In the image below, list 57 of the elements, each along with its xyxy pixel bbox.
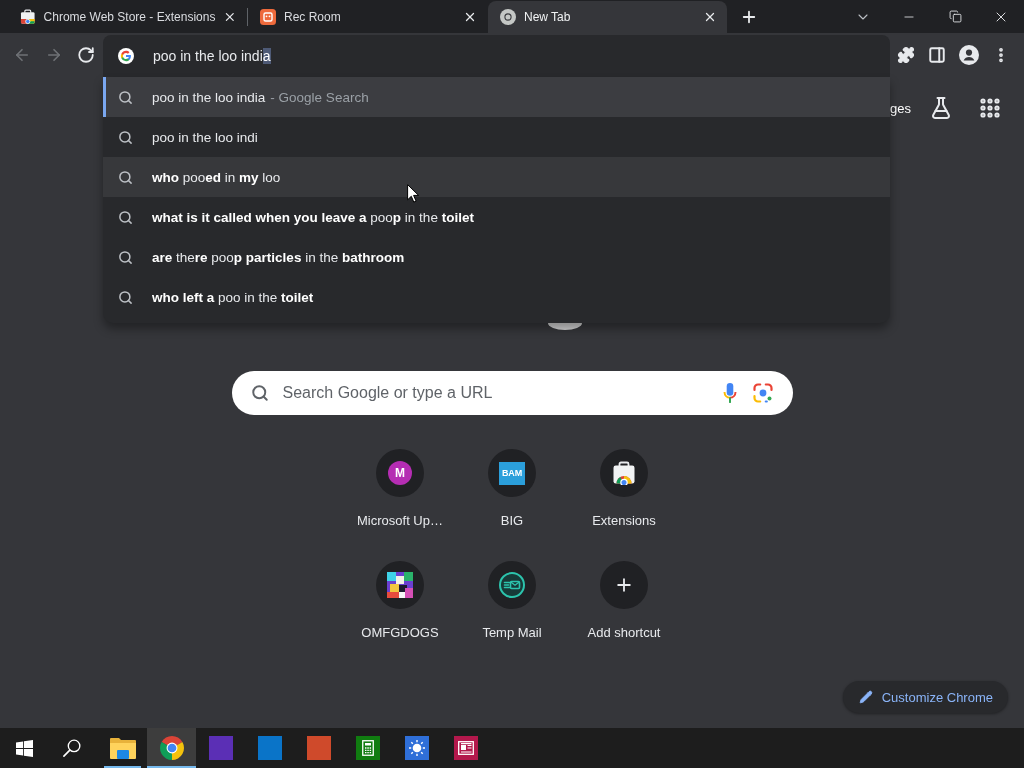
flask-icon[interactable] bbox=[929, 96, 953, 120]
suggestion-item[interactable]: what is it called when you leave a poop in the toilet bbox=[103, 197, 890, 237]
shopping-bag-icon bbox=[600, 449, 648, 497]
microphone-icon[interactable] bbox=[722, 382, 737, 404]
search-input[interactable]: Search Google or type a URL bbox=[282, 381, 711, 405]
logo-edge-drawing bbox=[548, 323, 582, 330]
shortcut-link[interactable]: Temp Mail bbox=[456, 561, 568, 673]
search-icon[interactable] bbox=[63, 739, 81, 757]
reload-icon[interactable] bbox=[77, 46, 95, 64]
letter-avatar-icon: M bbox=[376, 449, 424, 497]
plus-icon bbox=[600, 561, 648, 609]
site-logo-icon: BAM bbox=[488, 449, 536, 497]
address-field[interactable]: poo in the loo india bbox=[103, 35, 890, 77]
taskbar-app-button[interactable] bbox=[147, 728, 196, 768]
restore-icon[interactable] bbox=[948, 10, 962, 23]
side-panel-icon[interactable] bbox=[928, 46, 946, 64]
windows-logo-icon[interactable] bbox=[15, 739, 33, 757]
shortcut-link[interactable]: Extensions bbox=[568, 449, 680, 561]
search-icon bbox=[118, 169, 133, 185]
shopping-bag-icon bbox=[20, 9, 36, 25]
search-icon bbox=[118, 89, 133, 105]
profile-icon[interactable] bbox=[959, 45, 979, 65]
close-icon[interactable] bbox=[223, 10, 237, 24]
suggestion-item[interactable]: poo in the loo indi bbox=[103, 117, 890, 157]
mouse-cursor-icon bbox=[407, 184, 419, 203]
search-box[interactable]: Search Google or type a URL bbox=[231, 371, 793, 415]
search-icon bbox=[118, 129, 133, 145]
pencil-icon bbox=[858, 690, 873, 704]
search-icon bbox=[118, 289, 133, 305]
search-icon bbox=[250, 384, 269, 402]
close-icon[interactable] bbox=[463, 10, 477, 24]
close-icon[interactable] bbox=[703, 10, 717, 24]
apps-grid-icon[interactable] bbox=[978, 96, 1002, 120]
folder-icon bbox=[109, 737, 136, 759]
browser-tab[interactable]: New Tab bbox=[488, 1, 727, 33]
google-g-icon bbox=[118, 48, 134, 64]
suggestion-item[interactable]: who pooed in my loo bbox=[103, 157, 890, 197]
suggestion-item[interactable]: poo in the loo india - Google Search bbox=[103, 77, 890, 117]
puzzle-piece-icon[interactable] bbox=[897, 46, 915, 64]
suggestion-item[interactable]: are there poop particles in the bathroom bbox=[103, 237, 890, 277]
app-logo-icon bbox=[260, 9, 276, 25]
camera-lens-icon[interactable] bbox=[752, 383, 773, 403]
suggestion-item[interactable]: who left a poo in the toilet bbox=[103, 277, 890, 317]
shortcut-link[interactable]: OMFGDOGS bbox=[344, 561, 456, 673]
shortcut-link[interactable]: Add shortcut bbox=[568, 561, 680, 673]
shortcut-link[interactable]: M Microsoft Up… bbox=[344, 449, 456, 561]
search-icon bbox=[118, 249, 133, 265]
pixel-art-icon bbox=[376, 561, 424, 609]
browser-tab[interactable]: Rec Room bbox=[248, 1, 487, 33]
shortcut-link[interactable]: BAM BIG bbox=[456, 449, 568, 561]
chrome-logo-icon bbox=[159, 736, 184, 760]
search-icon bbox=[118, 209, 133, 225]
browser-logo-icon bbox=[500, 9, 516, 25]
customize-button[interactable]: Customize Chrome bbox=[842, 681, 1008, 713]
header-link[interactable]: ges bbox=[890, 100, 911, 116]
mail-icon bbox=[488, 561, 536, 609]
browser-tab[interactable]: Chrome Web Store - Extensions bbox=[8, 1, 247, 33]
